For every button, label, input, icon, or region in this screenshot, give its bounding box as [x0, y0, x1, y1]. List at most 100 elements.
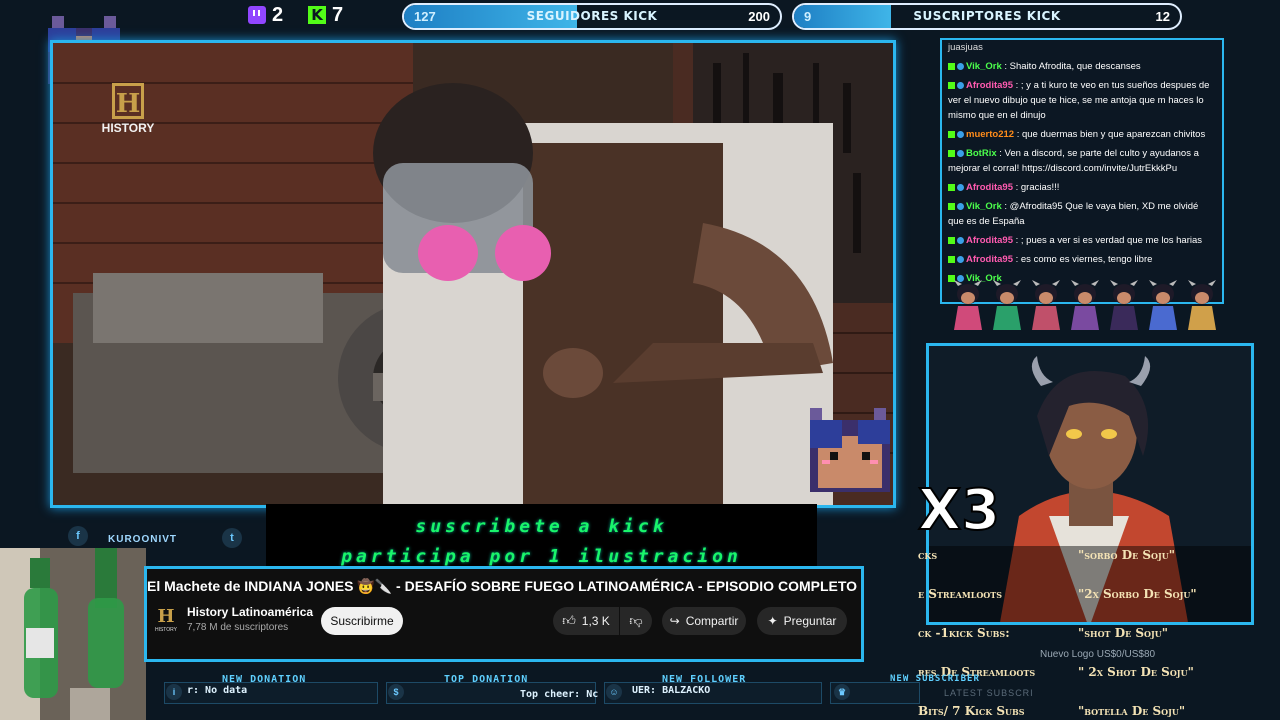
chat-username[interactable]: muerto212	[966, 129, 1017, 140]
user-icon: ☺	[606, 684, 622, 700]
kick-badge-icon	[948, 81, 955, 89]
kick-icon: K	[308, 6, 326, 24]
new-donation-value: r: No data	[187, 685, 248, 696]
ask-button[interactable]: ✦ Preguntar	[757, 607, 847, 635]
subs-goal-bar: 9 SUSCRIPTORES KICK 12	[792, 3, 1182, 30]
chat-text: : es como es viernes, tengo libre	[1015, 254, 1153, 265]
user-badge-icon	[957, 62, 964, 70]
subs-goal-max: 12	[1155, 9, 1170, 24]
kick-badge-icon	[948, 236, 955, 244]
user-badge-icon	[957, 149, 964, 157]
chat-message: muerto212 : que duermas bien y que apare…	[942, 125, 1222, 144]
twitch-viewer-count: 2	[248, 4, 283, 26]
top-bar: 2 K 7 127 SEGUIDORES KICK 200 9 SUSCRIPT…	[0, 0, 1280, 34]
ask-label: Preguntar	[783, 614, 837, 628]
chat-message-list: Vik_Ork : Shaito Afrodita, que descanses…	[942, 57, 1222, 288]
chat-text: : ; pues a ver si es verdad que me los h…	[1015, 235, 1203, 246]
chat-username[interactable]: Vik_Ork	[966, 61, 1004, 72]
kick-count-value: 7	[332, 3, 344, 26]
kick-badge-icon	[948, 202, 955, 210]
chibi-character	[1110, 280, 1138, 330]
chat-message: BotRix : Ven a discord, se parte del cul…	[942, 144, 1222, 178]
chat-partial-line: juasjuas	[948, 42, 983, 53]
chat-username[interactable]: Vik_Ork	[966, 201, 1004, 212]
overlay-goal: Nuevo Logo US$0/US$80	[1040, 649, 1155, 660]
pixel-mascot-small-icon	[810, 408, 890, 492]
overlay-latest-sub: LATEST SUBSCRI	[944, 688, 1034, 698]
chibi-characters-row	[954, 280, 1216, 330]
followers-goal-bar: 127 SEGUIDORES KICK 200	[402, 3, 782, 30]
like-count: 1,3 K	[581, 614, 610, 628]
user-badge-icon	[957, 183, 964, 191]
banner-line-subscribe: suscribete a kick	[415, 516, 668, 537]
chat-message: Afrodita95 : ; pues a ver si es verdad q…	[942, 231, 1222, 250]
dislike-button[interactable]: 👎︎	[620, 607, 652, 635]
reward-trigger: Bits/ 7 Kick Subs	[918, 704, 1025, 718]
kick-badge-icon	[948, 255, 955, 263]
promo-banner: suscribete a kick participa por 1 ilustr…	[266, 504, 817, 567]
chibi-character	[993, 280, 1021, 330]
chat-panel[interactable]: juasjuas Vik_Ork : Shaito Afrodita, que …	[940, 38, 1224, 304]
overlay-goal-value: US$0/US$80	[1096, 649, 1156, 660]
user-badge-icon	[957, 130, 964, 138]
twitch-count-value: 2	[272, 3, 284, 26]
subs-goal-label: SUSCRIPTORES KICK	[913, 9, 1061, 23]
kick-viewer-count: K 7	[308, 4, 343, 26]
twitter-icon[interactable]: t	[222, 528, 242, 548]
chat-username[interactable]: Afrodita95	[966, 235, 1016, 246]
thumbs-down-icon: 👎︎	[629, 613, 643, 628]
chibi-character	[1071, 280, 1099, 330]
user-badge-icon	[957, 255, 964, 263]
kick-badge-icon	[948, 130, 955, 138]
chat-message: Vik_Ork : Shaito Afrodita, que descanses	[942, 57, 1222, 76]
money-bag-icon: $	[388, 684, 404, 700]
facebook-handle: KUROONIVT	[108, 534, 177, 545]
chat-message: Afrodita95 : gracias!!!	[942, 178, 1222, 197]
user-badge-icon	[957, 81, 964, 89]
overlay-goal-label: Nuevo Logo	[1040, 649, 1094, 660]
chat-text: : que duermas bien y que aparezcan chivi…	[1016, 129, 1206, 140]
chat-username[interactable]: Afrodita95	[966, 254, 1016, 265]
twitch-icon	[248, 6, 266, 24]
banner-line-giveaway: participa por 1 ilustracion	[341, 546, 742, 567]
chibi-character	[1188, 280, 1216, 330]
kick-badge-icon	[948, 62, 955, 70]
subscribe-button[interactable]: Suscribirme	[321, 607, 403, 635]
chat-text: : Shaito Afrodita, que descanses	[1004, 61, 1141, 72]
chibi-character	[1032, 280, 1060, 330]
donation-info-icon: i	[166, 684, 182, 700]
like-button[interactable]: 👍︎ 1,3 K	[553, 607, 619, 635]
kick-badge-icon	[948, 149, 955, 157]
chat-username[interactable]: BotRix	[966, 148, 999, 159]
reward-drink: "sorbo De Soju"	[1078, 548, 1176, 562]
share-button[interactable]: ↪ Compartir	[662, 607, 746, 635]
user-badge-icon	[957, 236, 964, 244]
reward-trigger: ck -1kick Subs:	[918, 626, 1010, 640]
chat-message: Afrodita95 : es como es viernes, tengo l…	[942, 250, 1222, 269]
video-player[interactable]: H HISTORY	[50, 40, 896, 508]
subscribe-label: Suscribirme	[330, 614, 394, 628]
kick-badge-icon	[948, 183, 955, 191]
webcam-bottles-image	[0, 548, 146, 720]
chat-username[interactable]: Afrodita95	[966, 182, 1016, 193]
chat-message: Afrodita95 : ; y a ti kuro te veo en tus…	[942, 76, 1222, 125]
channel-avatar[interactable]: H HISTORY	[153, 607, 179, 635]
top-cheer-value: Top cheer: Nc	[520, 689, 599, 700]
share-icon: ↪	[669, 614, 680, 628]
subscriber-count: 7,78 M de suscriptores	[187, 622, 289, 633]
facebook-icon[interactable]: f	[68, 526, 88, 546]
crown-icon: ♛	[834, 684, 850, 700]
reward-drink: "shot De Soju"	[1078, 626, 1169, 640]
thumbs-up-icon: 👍︎	[562, 613, 576, 628]
followers-goal-label: SEGUIDORES KICK	[526, 9, 658, 23]
chibi-character	[1149, 280, 1177, 330]
channel-name[interactable]: History Latinoamérica	[187, 605, 313, 619]
share-label: Compartir	[685, 614, 739, 628]
video-frame-image	[53, 43, 893, 505]
video-title: El Machete de INDIANA JONES 🤠🔪 - DESAFÍO…	[147, 578, 858, 594]
reward-trigger: e Streamloots	[918, 587, 1002, 601]
youtube-info-panel: El Machete de INDIANA JONES 🤠🔪 - DESAFÍO…	[144, 566, 864, 662]
chat-username[interactable]: Afrodita95	[966, 80, 1016, 91]
history-channel-logo: H HISTORY	[93, 83, 163, 135]
followers-goal-max: 200	[748, 9, 770, 24]
